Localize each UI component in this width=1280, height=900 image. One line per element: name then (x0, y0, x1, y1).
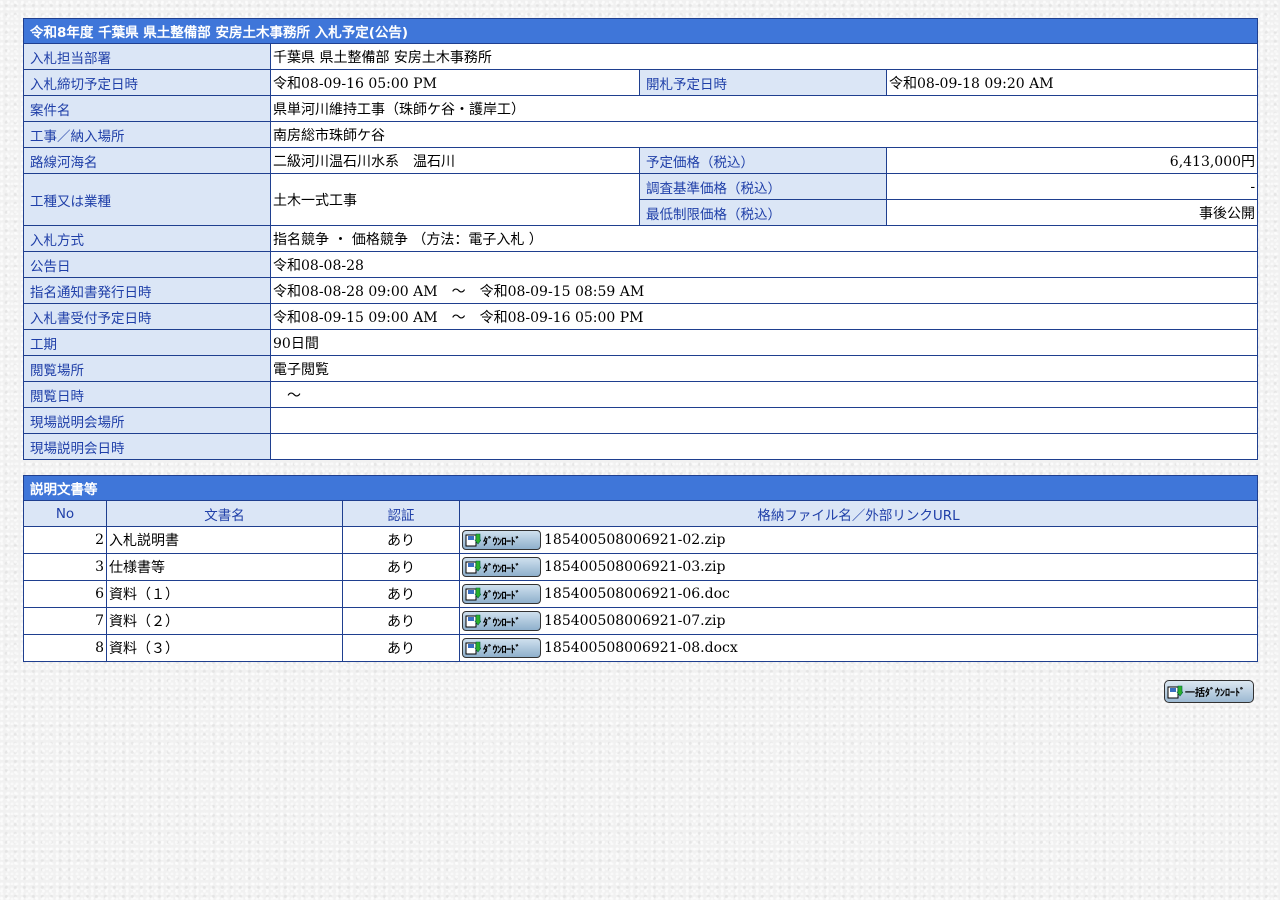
issue-value: 令和08-08-28 09:00 AM ～ 令和08-09-15 08:59 A… (269, 277, 1259, 304)
table-row: 7 資料（２） あり ﾀﾞｳﾝﾛｰﾄﾞ 185400508006921-07.zip (23, 607, 1258, 635)
col-header-file: 格納ファイル名／外部リンクURL (459, 500, 1258, 527)
doc-filename: 185400508006921-06.doc (544, 586, 730, 602)
view-place-value: 電子閲覧 (269, 355, 1259, 382)
site-date-label: 現場説明会日時 (23, 433, 271, 460)
notice-value: 令和08-08-28 (269, 251, 1259, 278)
view-place-label: 閲覧場所 (23, 355, 271, 382)
period-label: 工期 (23, 329, 271, 356)
method-value: 指名競争 ・ 価格競争 （方法：電子入札 ） (269, 225, 1259, 252)
download-button[interactable]: ﾀﾞｳﾝﾛｰﾄﾞ (462, 557, 541, 577)
type-label: 工種又は業種 (23, 173, 271, 226)
type-value: 土木一式工事 (270, 173, 640, 226)
documents-table: 説明文書等 No 文書名 認証 格納ファイル名／外部リンクURL 2 入札説明書あ… (23, 475, 1258, 662)
dept-label: 入札担当部署 (23, 43, 271, 70)
doc-file-cell: ﾀﾞｳﾝﾛｰﾄﾞ 185400508006921-02.zip (459, 526, 1258, 554)
download-icon (465, 587, 481, 601)
download-button-label: ﾀﾞｳﾝﾛｰﾄﾞ (483, 563, 521, 575)
doc-auth: あり (342, 580, 460, 608)
doc-name: 資料（２） (106, 607, 343, 635)
download-button[interactable]: ﾀﾞｳﾝﾛｰﾄﾞ (462, 611, 541, 631)
download-icon (465, 614, 481, 628)
download-icon (465, 560, 481, 574)
doc-no: 3 (23, 553, 107, 581)
col-header-name: 文書名 (106, 500, 343, 527)
bulk-download-button[interactable]: 一括ﾀﾞｳﾝﾛｰﾄﾞ (1164, 680, 1254, 703)
doc-filename: 185400508006921-03.zip (544, 559, 726, 575)
documents-title: 説明文書等 (23, 475, 1258, 501)
site-date-value (269, 433, 1259, 460)
doc-name: 資料（３） (106, 634, 343, 662)
view-date-label: 閲覧日時 (23, 381, 271, 408)
doc-no: 2 (23, 526, 107, 554)
case-label: 案件名 (23, 95, 271, 122)
doc-auth: あり (342, 607, 460, 635)
receive-label: 入札書受付予定日時 (23, 303, 271, 330)
notice-label: 公告日 (23, 251, 271, 278)
price-value: 6,413,000円 (885, 147, 1259, 174)
route-label: 路線河海名 (23, 147, 271, 174)
survey-value: - (885, 173, 1259, 200)
download-button[interactable]: ﾀﾞｳﾝﾛｰﾄﾞ (462, 584, 541, 604)
download-icon (465, 533, 481, 547)
doc-filename: 185400508006921-07.zip (544, 613, 726, 629)
issue-label: 指名通知書発行日時 (23, 277, 271, 304)
survey-label: 調査基準価格（税込） (639, 173, 887, 200)
download-button-label: ﾀﾞｳﾝﾛｰﾄﾞ (483, 590, 521, 602)
deadline-value: 令和08-09-16 05:00 PM (270, 69, 640, 96)
site-place-value (269, 407, 1259, 434)
table-row: 3 仕様書等 あり ﾀﾞｳﾝﾛｰﾄﾞ 185400508006921-03.zip (23, 553, 1258, 581)
col-header-auth: 認証 (342, 500, 460, 527)
doc-auth: あり (342, 634, 460, 662)
download-button-label: ﾀﾞｳﾝﾛｰﾄﾞ (483, 617, 521, 629)
price-label: 予定価格（税込） (639, 147, 887, 174)
case-value: 県単河川維持工事（珠師ケ谷・護岸工） (269, 95, 1259, 122)
doc-name: 資料（１） (106, 580, 343, 608)
doc-name: 入札説明書 (106, 526, 343, 554)
page-title: 令和8年度 千葉県 県土整備部 安房土木事務所 入札予定(公告) (22, 18, 1259, 44)
doc-auth: あり (342, 553, 460, 581)
bulk-download-label: 一括ﾀﾞｳﾝﾛｰﾄﾞ (1185, 688, 1245, 699)
doc-file-cell: ﾀﾞｳﾝﾛｰﾄﾞ 185400508006921-08.docx (459, 634, 1258, 662)
minimum-label: 最低制限価格（税込） (639, 199, 887, 226)
doc-no: 6 (23, 580, 107, 608)
opening-label: 開札予定日時 (639, 69, 887, 96)
place-value: 南房総市珠師ケ谷 (269, 121, 1259, 148)
route-value: 二級河川温石川水系 温石川 (270, 147, 640, 174)
download-button[interactable]: ﾀﾞｳﾝﾛｰﾄﾞ (462, 530, 541, 550)
documents-section: 説明文書等 No 文書名 認証 格納ファイル名／外部リンクURL 2 入札説明書あ… (23, 475, 1258, 662)
doc-filename: 185400508006921-08.docx (544, 640, 738, 656)
minimum-value: 事後公開 (885, 199, 1259, 226)
doc-file-cell: ﾀﾞｳﾝﾛｰﾄﾞ 185400508006921-06.doc (459, 580, 1258, 608)
site-place-label: 現場説明会場所 (23, 407, 271, 434)
place-label: 工事／納入場所 (23, 121, 271, 148)
method-label: 入札方式 (23, 225, 271, 252)
doc-name: 仕様書等 (106, 553, 343, 581)
table-row: 8 資料（３） あり ﾀﾞｳﾝﾛｰﾄﾞ 185400508006921-08.docx (23, 634, 1258, 662)
deadline-label: 入札締切予定日時 (23, 69, 271, 96)
download-icon (465, 641, 481, 655)
download-icon (1167, 685, 1183, 698)
doc-auth: あり (342, 526, 460, 554)
receive-value: 令和08-09-15 09:00 AM ～ 令和08-09-16 05:00 P… (269, 303, 1259, 330)
download-button-label: ﾀﾞｳﾝﾛｰﾄﾞ (483, 644, 521, 656)
download-button-label: ﾀﾞｳﾝﾛｰﾄﾞ (483, 536, 521, 548)
doc-no: 8 (23, 634, 107, 662)
col-header-no: No (23, 500, 107, 527)
doc-filename: 185400508006921-02.zip (544, 532, 726, 548)
dept-value: 千葉県 県土整備部 安房土木事務所 (269, 43, 1259, 70)
table-row: 6 資料（１） あり ﾀﾞｳﾝﾛｰﾄﾞ 185400508006921-06.doc (23, 580, 1258, 608)
view-date-value: ～ (269, 381, 1259, 408)
table-row: 2 入札説明書 あり ﾀﾞｳﾝﾛｰﾄﾞ 185400508006921-02.zip (23, 526, 1258, 554)
bid-info-section: 令和8年度 千葉県 県土整備部 安房土木事務所 入札予定(公告) 入札担当部署 … (22, 18, 1259, 460)
period-value: 90日間 (269, 329, 1259, 356)
doc-no: 7 (23, 607, 107, 635)
opening-value: 令和08-09-18 09:20 AM (885, 69, 1259, 96)
download-button[interactable]: ﾀﾞｳﾝﾛｰﾄﾞ (462, 638, 541, 658)
bid-info-table: 令和8年度 千葉県 県土整備部 安房土木事務所 入札予定(公告) 入札担当部署 … (22, 18, 1259, 460)
doc-file-cell: ﾀﾞｳﾝﾛｰﾄﾞ 185400508006921-03.zip (459, 553, 1258, 581)
doc-file-cell: ﾀﾞｳﾝﾛｰﾄﾞ 185400508006921-07.zip (459, 607, 1258, 635)
